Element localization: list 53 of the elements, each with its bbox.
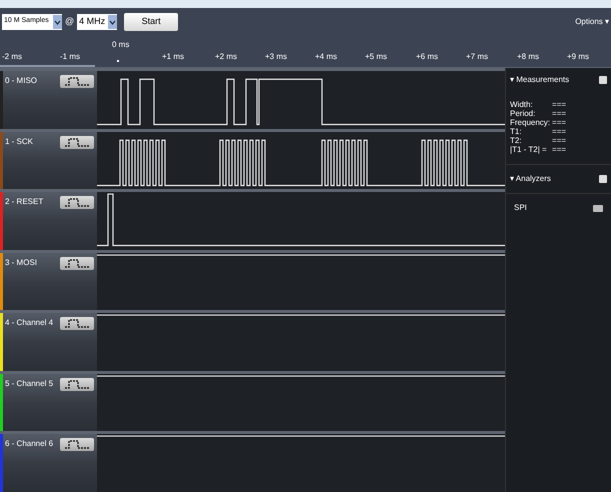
time-tick-label: +7 ms [466, 51, 488, 63]
measurements-header[interactable]: ▾ Measurements [510, 74, 570, 86]
measurement-label: T1: [510, 127, 523, 136]
pulse-icon [64, 380, 90, 389]
pulse-icon [64, 258, 90, 268]
time-tick-label: +4 ms [315, 51, 338, 63]
measurement-value: === [552, 109, 568, 118]
analyzer-name[interactable]: SPI [514, 202, 527, 214]
trigger-button[interactable] [60, 136, 94, 149]
analyzers-header[interactable]: ▾ Analyzers [510, 173, 551, 185]
pulse-icon [64, 319, 90, 328]
time-tick-label: +6 ms [416, 51, 438, 63]
time-tick-label: -1 ms [60, 51, 80, 63]
measurement-label: T2: [510, 136, 523, 145]
tick-mark [117, 60, 119, 62]
start-button[interactable]: Start [124, 12, 178, 30]
pulse-icon [64, 77, 90, 86]
time-tick-label: +9 ms [567, 51, 590, 63]
measurement-value: === [552, 127, 568, 136]
trigger-button[interactable] [60, 438, 94, 452]
time-tick-label: +3 ms [265, 51, 288, 63]
time-tick-label: +1 ms [162, 51, 184, 63]
measurement-value: === [552, 145, 568, 154]
channel-name: 5 - Channel 5 [4, 378, 54, 390]
channel-name: 6 - Channel 6 [4, 438, 54, 450]
channel-name: 4 - Channel 4 [4, 317, 54, 330]
time-tick-label: +2 ms [215, 51, 238, 63]
trigger-button[interactable] [60, 317, 94, 330]
channel-name: 3 - MOSI [4, 256, 38, 269]
options-menu[interactable]: Options ▾ [575, 16, 609, 28]
measurement-label: Width: [510, 100, 534, 109]
time-tick-label: +8 ms [517, 51, 540, 63]
trigger-button[interactable] [60, 75, 94, 88]
channel-name: 2 - RESET [4, 196, 44, 208]
pulse-icon [64, 198, 90, 208]
measurement-value: === [552, 118, 568, 127]
measurement-label: |T1 - T2| = [510, 145, 548, 154]
pulse-icon [64, 138, 90, 147]
at-label: @ [65, 14, 74, 28]
channel-name: 0 - MISO [4, 75, 38, 87]
channel-name: 1 - SCK [4, 136, 34, 148]
trigger-button[interactable] [60, 256, 94, 270]
time-tick-label: +5 ms [365, 51, 388, 63]
pulse-icon [64, 440, 90, 450]
cursor-time-label: 0 ms [112, 39, 130, 51]
trigger-button[interactable] [60, 196, 94, 210]
measurement-label: Period: [510, 109, 536, 118]
trigger-button[interactable] [60, 378, 94, 391]
measurement-value: === [552, 136, 568, 145]
measurement-label: Frequency: [510, 118, 550, 127]
rate-dropdown[interactable]: 4 MHz [77, 14, 118, 30]
measurement-value: === [552, 100, 568, 109]
time-tick-label: -2 ms [2, 51, 22, 63]
